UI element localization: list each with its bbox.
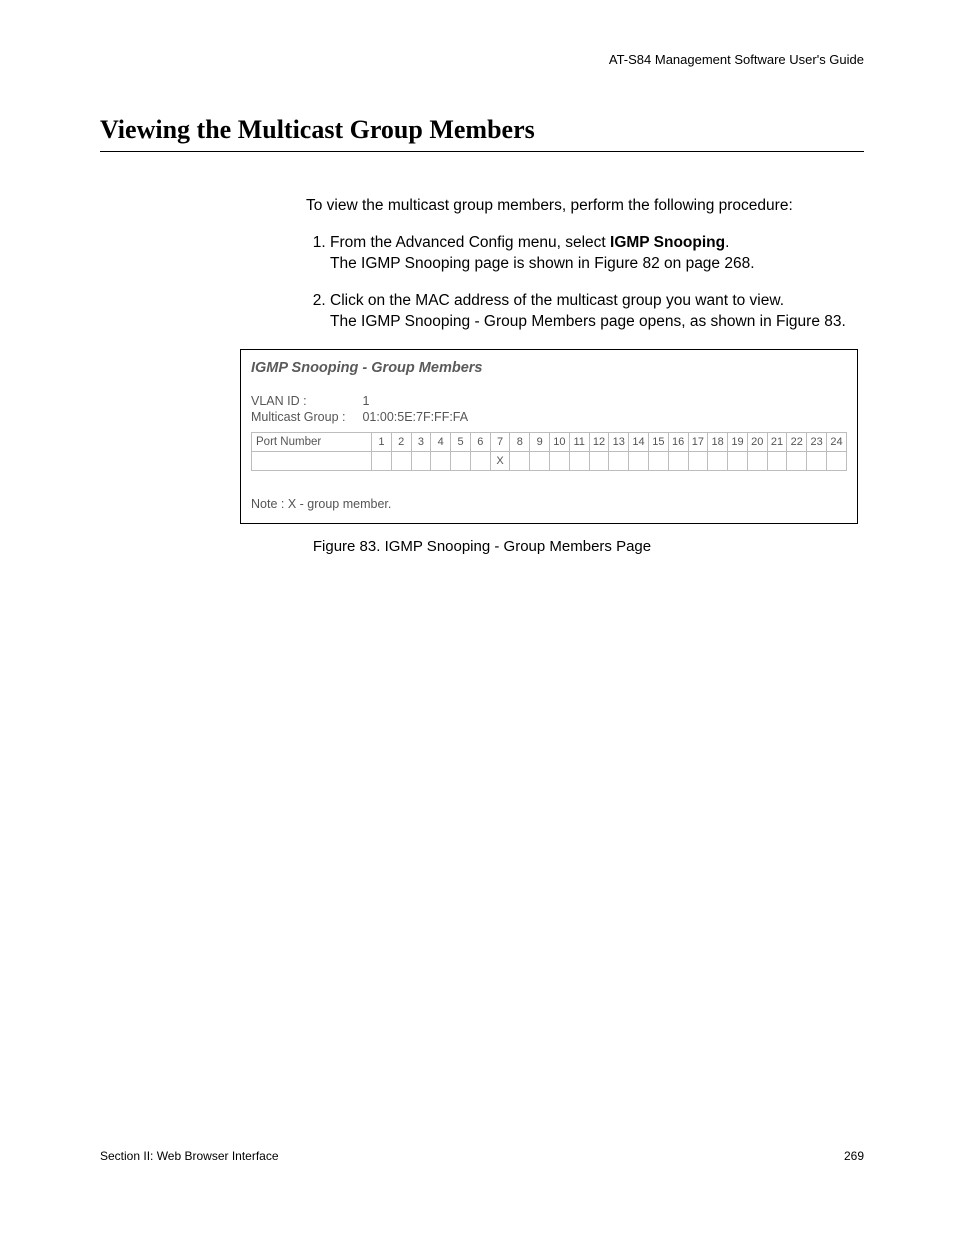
group-row: Multicast Group : 01:00:5E:7F:FF:FA: [251, 410, 847, 424]
figure-title: IGMP Snooping - Group Members: [251, 360, 847, 376]
port-col: 23: [807, 432, 827, 451]
intro-paragraph: To view the multicast group members, per…: [306, 196, 864, 217]
port-cell: [747, 451, 767, 470]
step-1-sub: The IGMP Snooping page is shown in Figur…: [330, 254, 864, 275]
port-cell: [451, 451, 471, 470]
vlan-row: VLAN ID : 1: [251, 394, 847, 408]
port-col: 14: [629, 432, 649, 451]
port-col: 18: [708, 432, 728, 451]
port-cell: [510, 451, 530, 470]
group-value: 01:00:5E:7F:FF:FA: [362, 410, 468, 424]
port-col: 21: [767, 432, 787, 451]
port-col: 16: [668, 432, 688, 451]
port-cell: [609, 451, 629, 470]
port-table: Port Number 1 2 3 4 5 6 7 8 9 10 11 12 1…: [251, 432, 847, 471]
port-cell: [391, 451, 411, 470]
port-cell: [688, 451, 708, 470]
port-cell: [569, 451, 589, 470]
port-col: 1: [372, 432, 392, 451]
figure-caption: Figure 83. IGMP Snooping - Group Members…: [100, 538, 864, 555]
port-col: 11: [569, 432, 589, 451]
section-heading: Viewing the Multicast Group Members: [100, 115, 864, 152]
port-cell: [807, 451, 827, 470]
port-col: 8: [510, 432, 530, 451]
port-cell: [629, 451, 649, 470]
footer-left: Section II: Web Browser Interface: [100, 1149, 279, 1163]
port-cell: [530, 451, 550, 470]
port-col: 19: [728, 432, 748, 451]
page: AT-S84 Management Software User's Guide …: [0, 0, 954, 1235]
port-cell: [787, 451, 807, 470]
step-1-pre: From the Advanced Config menu, select: [330, 234, 610, 251]
port-header-row: Port Number 1 2 3 4 5 6 7 8 9 10 11 12 1…: [252, 432, 847, 451]
step-1: From the Advanced Config menu, select IG…: [330, 233, 864, 275]
port-cell: [668, 451, 688, 470]
port-col: 22: [787, 432, 807, 451]
port-member-row: X: [252, 451, 847, 470]
port-col: 15: [648, 432, 668, 451]
port-cell: [826, 451, 846, 470]
port-member-label: [252, 451, 372, 470]
port-cell: X: [490, 451, 510, 470]
port-col: 12: [589, 432, 609, 451]
body-text: To view the multicast group members, per…: [306, 196, 864, 333]
figure-note: Note : X - group member.: [251, 497, 847, 511]
port-col: 20: [747, 432, 767, 451]
port-col: 4: [431, 432, 451, 451]
step-2-pre: Click on the MAC address of the multicas…: [330, 292, 784, 309]
step-1-strong: IGMP Snooping: [610, 234, 725, 251]
port-col: 10: [550, 432, 570, 451]
port-col: 17: [688, 432, 708, 451]
step-2: Click on the MAC address of the multicas…: [330, 291, 864, 333]
port-col: 5: [451, 432, 471, 451]
port-cell: [708, 451, 728, 470]
figure-box: IGMP Snooping - Group Members VLAN ID : …: [240, 349, 858, 524]
port-cell: [372, 451, 392, 470]
vlan-label: VLAN ID :: [251, 394, 359, 408]
port-col: 24: [826, 432, 846, 451]
page-footer: Section II: Web Browser Interface 269: [100, 1149, 864, 1163]
port-cell: [648, 451, 668, 470]
footer-right: 269: [844, 1149, 864, 1163]
port-col: 9: [530, 432, 550, 451]
port-col: 6: [470, 432, 490, 451]
port-label: Port Number: [252, 432, 372, 451]
port-cell: [550, 451, 570, 470]
port-cell: [728, 451, 748, 470]
port-cell: [411, 451, 431, 470]
port-col: 3: [411, 432, 431, 451]
vlan-value: 1: [362, 394, 369, 408]
step-1-post: .: [725, 234, 729, 251]
port-cell: [431, 451, 451, 470]
port-cell: [767, 451, 787, 470]
step-2-sub: The IGMP Snooping - Group Members page o…: [330, 312, 864, 333]
port-col: 2: [391, 432, 411, 451]
port-col: 7: [490, 432, 510, 451]
port-cell: [589, 451, 609, 470]
group-label: Multicast Group :: [251, 410, 359, 424]
running-header: AT-S84 Management Software User's Guide: [100, 52, 864, 67]
port-col: 13: [609, 432, 629, 451]
port-cell: [470, 451, 490, 470]
procedure-list: From the Advanced Config menu, select IG…: [306, 233, 864, 333]
